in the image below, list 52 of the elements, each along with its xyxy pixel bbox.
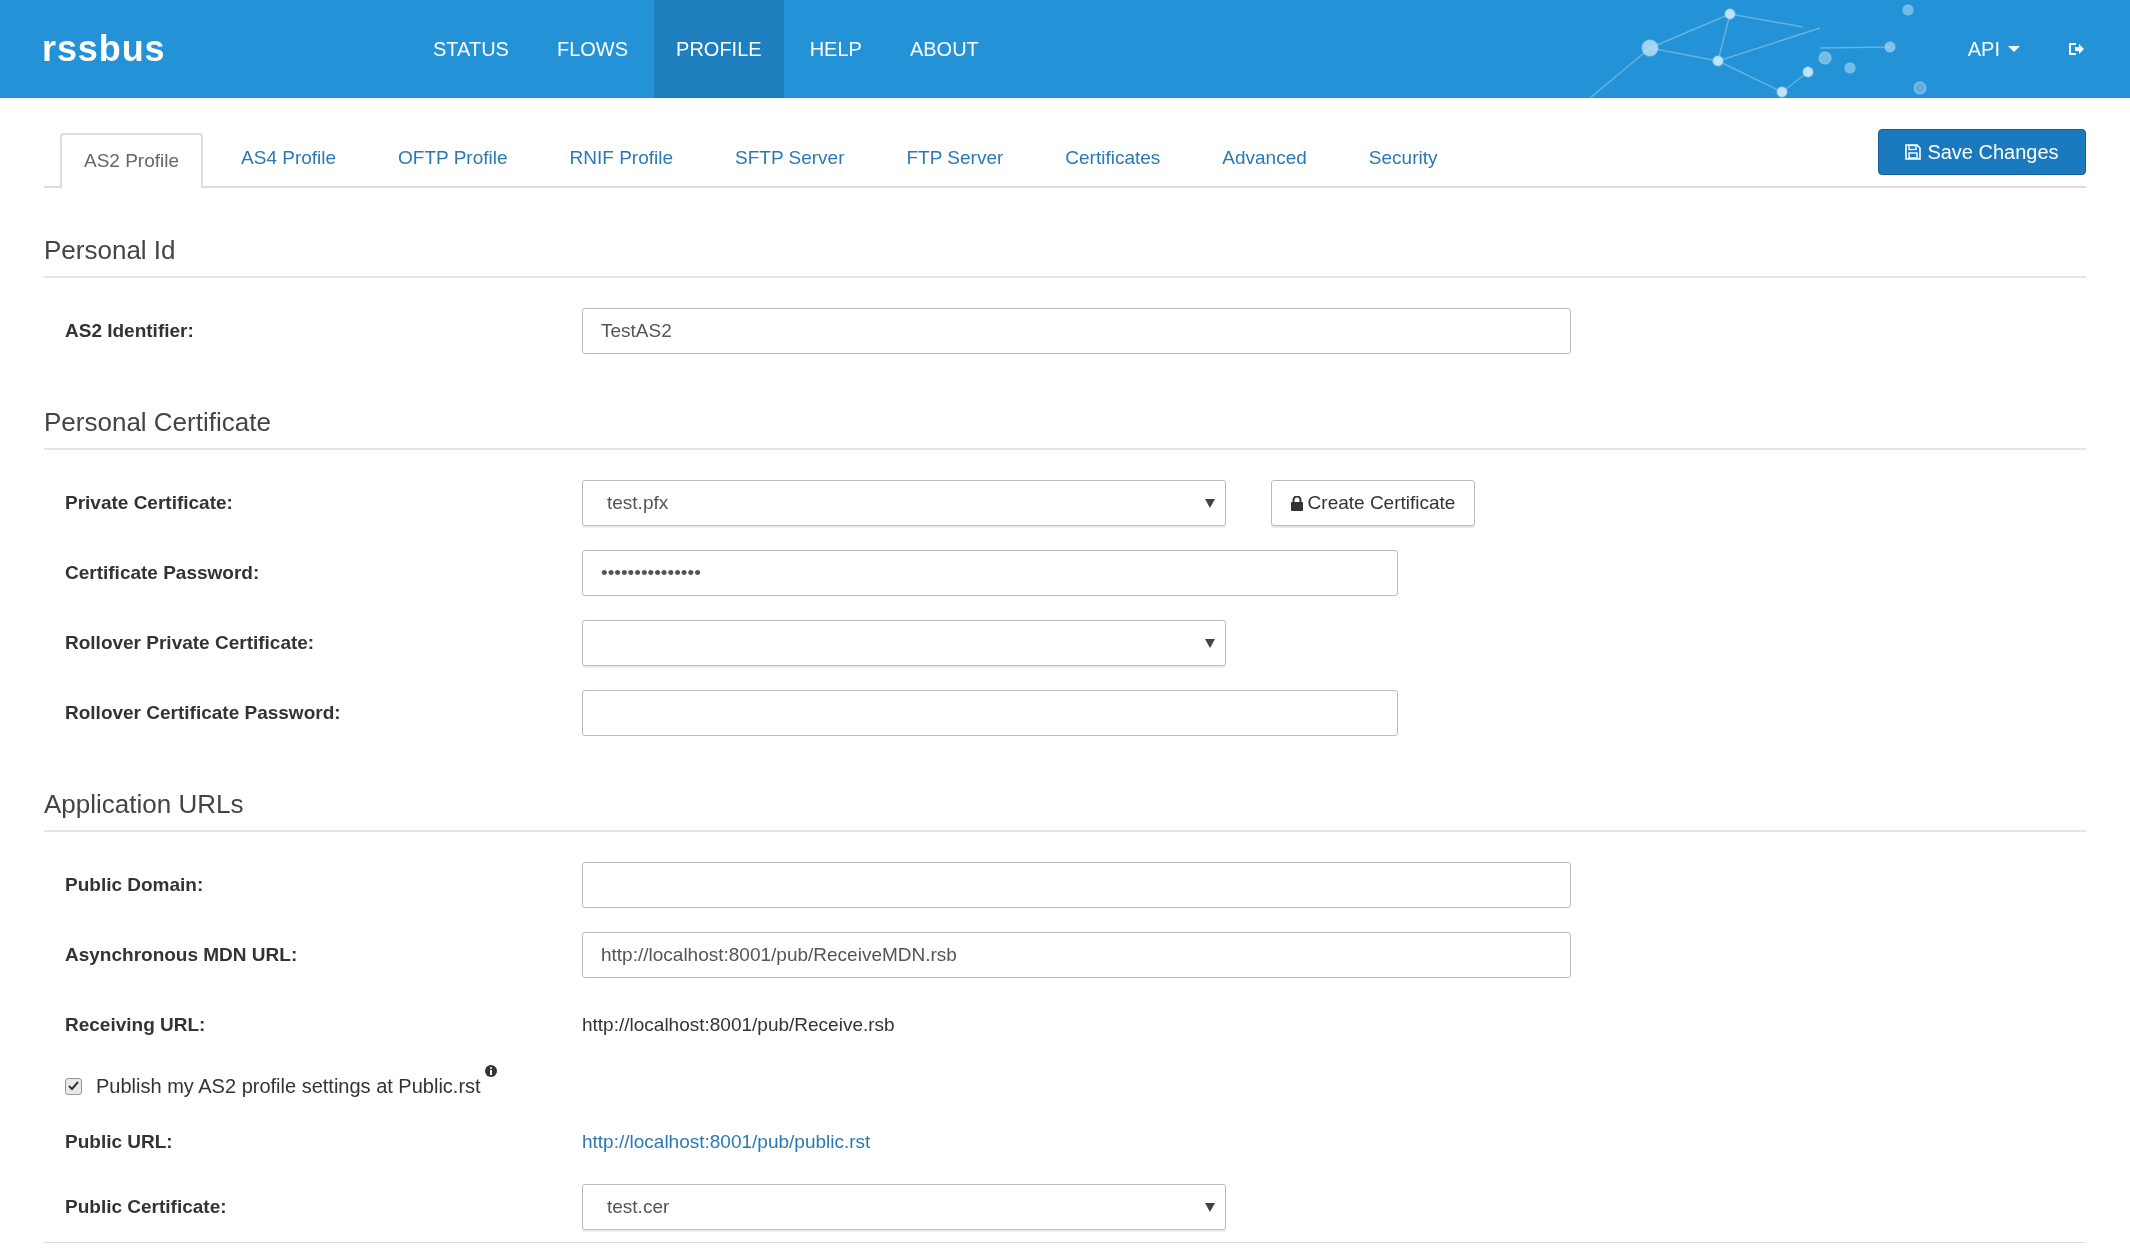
save-changes-button[interactable]: Save Changes — [1878, 129, 2086, 175]
checkbox-label: Publish my AS2 profile settings at Public.rst — [96, 1074, 481, 1099]
api-menu[interactable]: API — [1967, 0, 2020, 98]
tab[interactable]: Advanced — [1198, 131, 1331, 186]
info-icon — [484, 1065, 497, 1077]
section-heading: Application URLs — [44, 788, 244, 821]
field-label: Rollover Private Certificate: — [64, 630, 316, 655]
field-label: Public URL: — [64, 1129, 174, 1154]
tab[interactable]: RNIF Profile — [545, 131, 698, 186]
section-heading: Personal Certificate — [44, 406, 271, 439]
lock-icon — [1290, 495, 1303, 511]
select-dropdown[interactable]: test.cer — [582, 1184, 1226, 1230]
select-dropdown[interactable]: test.pfx — [582, 480, 1226, 526]
field-label: Rollover Certificate Password: — [64, 700, 342, 725]
caret-icon — [2008, 46, 2020, 52]
create-certificate-button[interactable]: Create Certificate — [1271, 480, 1475, 526]
tab[interactable]: Security — [1344, 131, 1462, 186]
input-field[interactable] — [582, 862, 1571, 908]
field-label: Public Domain: — [64, 872, 205, 897]
tab[interactable]: SFTP Server — [711, 131, 869, 186]
tab[interactable]: Certificates — [1041, 131, 1185, 186]
field-label: Receiving URL: — [64, 1012, 207, 1037]
tab[interactable]: AS4 Profile — [217, 131, 361, 186]
logo: rssbus — [41, 27, 167, 71]
caret-icon — [1205, 638, 1215, 648]
nav-link[interactable]: STATUS — [411, 0, 531, 98]
field-label: Private Certificate: — [64, 490, 234, 515]
checkbox[interactable] — [65, 1077, 82, 1095]
caret-icon — [1205, 498, 1215, 508]
nav-link[interactable]: PROFILE — [654, 0, 784, 98]
input-field[interactable]: ••••••••••••••• — [582, 550, 1398, 596]
input-field[interactable] — [582, 690, 1398, 736]
field-label: Certificate Password: — [64, 560, 261, 585]
save-icon — [1905, 144, 1922, 160]
logout-icon — [2068, 41, 2086, 57]
nav-link[interactable]: HELP — [787, 0, 884, 98]
url-text: http://localhost:8001/pub/Receive.rsb — [582, 1012, 895, 1037]
tab[interactable]: OFTP Profile — [374, 131, 532, 186]
tab[interactable]: FTP Server — [882, 131, 1028, 186]
nav-link[interactable]: ABOUT — [887, 0, 1001, 98]
section-heading: Personal Id — [44, 234, 176, 267]
input-field[interactable]: http://localhost:8001/pub/ReceiveMDN.rsb — [582, 932, 1571, 978]
caret-icon — [1205, 1202, 1215, 1212]
field-label: AS2 Identifier: — [64, 318, 195, 343]
input-field[interactable]: TestAS2 — [582, 308, 1571, 354]
checkmark-icon — [68, 1081, 79, 1091]
select-dropdown[interactable] — [582, 620, 1226, 666]
tab[interactable]: AS2 Profile — [60, 133, 204, 188]
field-label: Public Certificate: — [64, 1194, 228, 1219]
field-label: Asynchronous MDN URL: — [64, 942, 299, 967]
public-url-link[interactable]: http://localhost:8001/pub/public.rst — [582, 1127, 871, 1157]
nav-link[interactable]: FLOWS — [534, 0, 651, 98]
